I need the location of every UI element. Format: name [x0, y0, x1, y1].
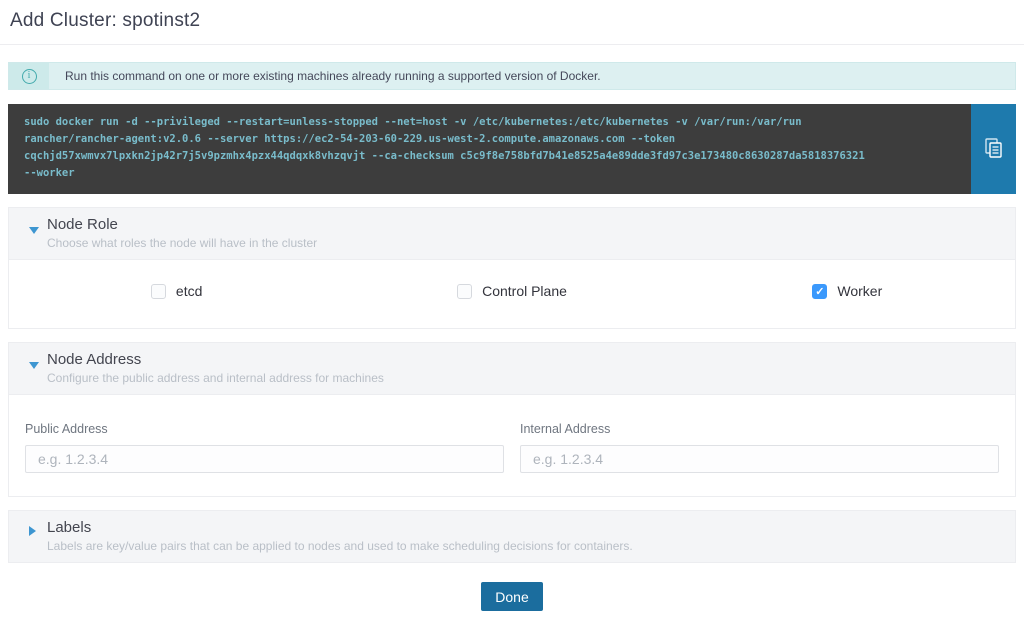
node-address-section-header[interactable]: Node Address Configure the public addres… — [9, 343, 1015, 395]
docker-command-block: sudo docker run -d --privileged --restar… — [8, 104, 1016, 194]
node-role-subtitle: Choose what roles the node will have in … — [47, 236, 1003, 250]
info-circle-icon: i — [22, 69, 37, 84]
command-line: sudo docker run -d --privileged --restar… — [24, 114, 955, 131]
internal-address-label: Internal Address — [520, 422, 999, 436]
worker-checkbox[interactable] — [812, 284, 827, 299]
add-cluster-page: Add Cluster: spotinst2 i Run this comman… — [0, 0, 1024, 621]
clipboard-icon — [985, 138, 1003, 161]
node-address-subtitle: Configure the public address and interna… — [47, 371, 1003, 385]
control-plane-checkbox-label: Control Plane — [482, 283, 567, 299]
info-banner-icon-cell: i — [9, 63, 49, 89]
page-header: Add Cluster: spotinst2 — [0, 0, 1024, 44]
node-role-options: etcd Control Plane Worker — [9, 260, 1015, 328]
page-title: Add Cluster: spotinst2 — [10, 10, 1014, 32]
chevron-down-icon — [29, 227, 39, 234]
docker-command-text: sudo docker run -d --privileged --restar… — [8, 104, 971, 194]
chevron-down-icon — [29, 362, 39, 369]
node-address-section: Node Address Configure the public addres… — [8, 342, 1016, 497]
public-address-input[interactable] — [25, 445, 504, 473]
command-line: --worker — [24, 165, 955, 182]
internal-address-field-group: Internal Address — [520, 422, 999, 473]
labels-section: Labels Labels are key/value pairs that c… — [8, 510, 1016, 563]
node-role-section-header[interactable]: Node Role Choose what roles the node wil… — [9, 208, 1015, 260]
role-option-worker: Worker — [680, 283, 1015, 299]
etcd-checkbox-label: etcd — [176, 283, 202, 299]
node-address-title: Node Address — [47, 351, 1003, 368]
node-role-title: Node Role — [47, 216, 1003, 233]
copy-command-button[interactable] — [971, 104, 1016, 194]
info-banner: i Run this command on one or more existi… — [8, 62, 1016, 90]
node-role-section: Node Role Choose what roles the node wil… — [8, 207, 1016, 329]
role-option-control-plane: Control Plane — [344, 283, 679, 299]
labels-section-header[interactable]: Labels Labels are key/value pairs that c… — [9, 511, 1015, 562]
command-line: rancher/rancher-agent:v2.0.6 --server ht… — [24, 131, 955, 148]
worker-checkbox-label: Worker — [837, 283, 882, 299]
info-banner-text: Run this command on one or more existing… — [49, 63, 601, 89]
etcd-checkbox[interactable] — [151, 284, 166, 299]
labels-subtitle: Labels are key/value pairs that can be a… — [47, 539, 1003, 553]
header-divider — [0, 44, 1024, 45]
role-option-etcd: etcd — [9, 283, 344, 299]
footer: Done — [0, 582, 1024, 621]
node-address-fields: Public Address Internal Address — [9, 395, 1015, 496]
command-line: cqchjd57xwmvx7lpxkn2jp42r7j5v9pzmhx4pzx4… — [24, 148, 955, 165]
public-address-field-group: Public Address — [25, 422, 504, 473]
control-plane-checkbox[interactable] — [457, 284, 472, 299]
done-button[interactable]: Done — [481, 582, 542, 611]
labels-title: Labels — [47, 519, 1003, 536]
internal-address-input[interactable] — [520, 445, 999, 473]
chevron-right-icon — [29, 526, 36, 536]
public-address-label: Public Address — [25, 422, 504, 436]
